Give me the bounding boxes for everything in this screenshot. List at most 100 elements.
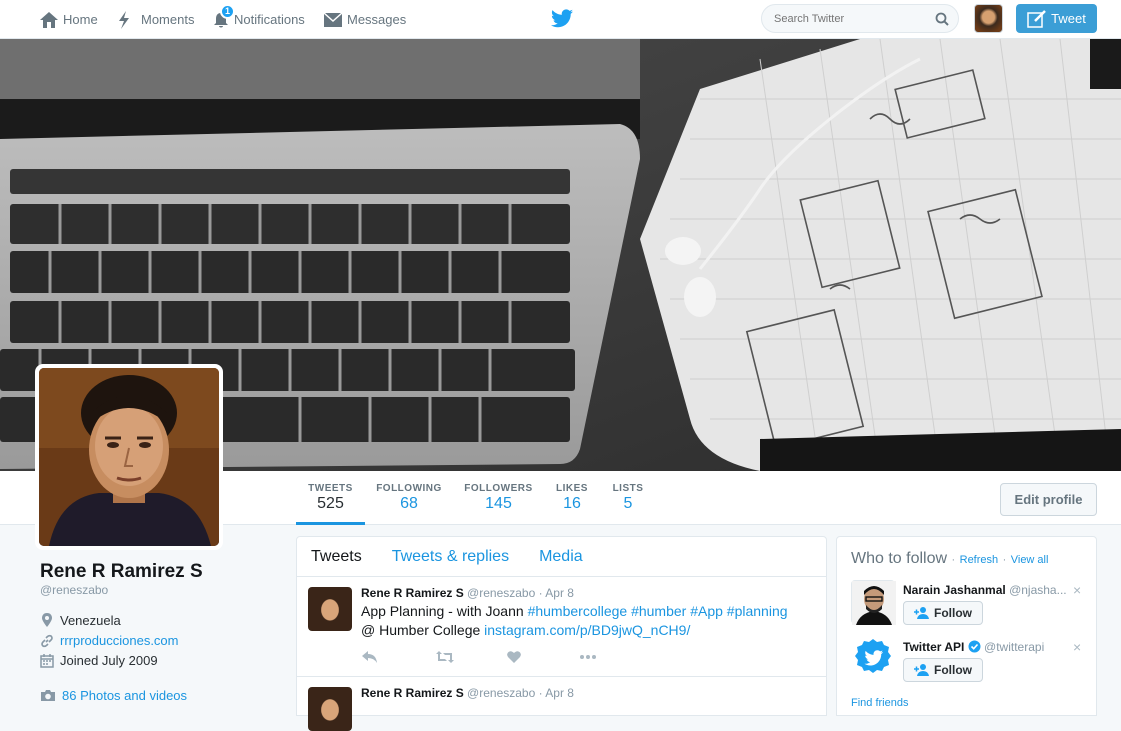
timeline-tabs: Tweets Tweets & replies Media [297,537,826,577]
stat-following-value: 68 [400,495,418,512]
dismiss-close-icon[interactable]: × [1073,639,1081,655]
nav-home-label: Home [63,12,98,27]
refresh-link[interactable]: Refresh [960,554,999,566]
profile-website[interactable]: rrrproducciones.com [40,633,179,648]
tweet-author-handle[interactable]: @reneszabo [467,586,535,600]
tweet-text: App Planning - with Joann #humbercollege… [361,602,811,640]
tweet-item[interactable]: Rene R Ramirez S @reneszabo · Apr 8 App … [297,577,826,677]
camera-icon [41,690,55,701]
recommendation-handle[interactable]: @njasha... [1009,583,1067,597]
view-all-link[interactable]: View all [1011,554,1049,566]
recommendation-fullname[interactable]: Narain Jashanmal [903,583,1006,597]
profile-photos-link[interactable]: 86 Photos and videos [62,688,187,703]
separator: · [1002,554,1007,566]
twitter-logo-icon[interactable] [551,9,573,33]
heart-icon[interactable] [506,650,522,664]
profile-photo [39,368,219,546]
tweet-date[interactable]: · Apr 8 [539,686,574,700]
tab-tweets[interactable]: Tweets [311,548,362,566]
tweet-hashtags[interactable]: #humbercollege #humber #App #planning [528,603,788,619]
profile-avatar[interactable] [35,364,223,550]
lightning-icon [119,10,129,29]
search-box[interactable] [761,4,959,33]
reply-icon[interactable] [361,650,379,664]
tweet-author-name[interactable]: Rene R Ramirez S [361,586,464,600]
nav-moments-label: Moments [141,12,195,27]
stat-followers-value: 145 [485,495,512,512]
recommendation-avatar[interactable] [851,637,895,681]
follow-person-icon [914,664,929,676]
tweet-author-handle[interactable]: @reneszabo [467,686,535,700]
nav-messages[interactable]: Messages [323,0,406,39]
profile-location: Venezuela [40,612,121,628]
tweet-item[interactable]: Rene R Ramirez S @reneszabo · Apr 8 [297,678,826,731]
tweet-link[interactable]: instagram.com/p/BD9jwQ_nCH9/ [484,622,690,638]
nav-moments[interactable]: Moments [117,0,194,39]
tab-tweets-replies[interactable]: Tweets & replies [392,548,509,566]
tweet-header: Rene R Ramirez S @reneszabo · Apr 8 [361,686,574,700]
profile-handle: @reneszabo [40,583,109,597]
more-icon[interactable] [579,650,597,664]
recommendation-name: Narain Jashanmal @njasha... [903,583,1088,597]
tweet-text-part: App Planning - with Joann [361,603,528,619]
dismiss-close-icon[interactable]: × [1073,582,1081,598]
stat-likes[interactable]: LIKES 16 [554,483,590,513]
compose-icon [1027,9,1047,28]
separator: · [951,554,956,566]
profile-website-link[interactable]: rrrproducciones.com [60,633,179,648]
tweet-header: Rene R Ramirez S @reneszabo · Apr 8 [361,586,574,600]
top-navigation: Home Moments 1 Notifications Messages Tw… [0,0,1121,39]
profile-name: Rene R Ramirez S [40,561,203,582]
nav-messages-label: Messages [347,12,407,27]
tweet-button[interactable]: Tweet [1016,4,1097,33]
tweet-text-part: @ Humber College [361,622,485,638]
recommendation-item: Twitter API @twitterapi Follow × [851,637,1091,685]
retweet-icon[interactable] [435,650,455,664]
stat-lists[interactable]: LISTS 5 [611,483,645,513]
tweet-author-name[interactable]: Rene R Ramirez S [361,686,464,700]
tweet-avatar[interactable] [308,587,352,631]
stat-tweets-label: TWEETS [308,483,353,494]
tweet-date[interactable]: · Apr 8 [539,586,574,600]
stat-following[interactable]: FOLLOWING 68 [376,483,442,513]
profile-joined: Joined July 2009 [40,653,158,668]
stat-likes-label: LIKES [556,483,588,494]
stat-followers-label: FOLLOWERS [464,483,533,494]
notification-badge: 1 [220,4,235,19]
profile-joined-text: Joined July 2009 [60,653,158,668]
find-friends-link[interactable]: Find friends [851,697,908,709]
who-to-follow-title: Who to follow [851,550,948,567]
recommendation-fullname[interactable]: Twitter API [903,640,964,654]
tweet-button-label: Tweet [1051,11,1086,26]
tweet-avatar[interactable] [308,687,352,731]
follow-button[interactable]: Follow [903,601,983,625]
recommendation-item: Narain Jashanmal @njasha... Follow × [851,580,1091,628]
search-input[interactable] [774,12,934,25]
stat-tweets[interactable]: TWEETS 525 [296,483,365,525]
stat-likes-value: 16 [563,495,581,512]
stat-followers[interactable]: FOLLOWERS 145 [464,483,533,513]
edit-profile-button[interactable]: Edit profile [1000,483,1097,516]
profile-location-text: Venezuela [60,612,121,628]
nav-home[interactable]: Home [39,0,98,39]
stat-tweets-value: 525 [317,495,344,512]
profile-photos[interactable]: 86 Photos and videos [40,688,187,703]
account-avatar[interactable] [974,4,1003,33]
follow-button-label: Follow [934,606,972,620]
location-pin-icon [42,613,52,627]
recommendation-name: Twitter API @twitterapi [903,640,1088,654]
who-to-follow: Who to follow · Refresh · View all Narai… [836,536,1097,716]
follow-button[interactable]: Follow [903,658,983,682]
search-icon[interactable] [935,12,949,26]
recommendation-handle[interactable]: @twitterapi [984,640,1044,654]
calendar-icon [40,653,54,668]
tweet-actions [361,650,597,664]
stat-lists-label: LISTS [612,483,644,494]
link-icon [41,634,53,647]
follow-person-icon [914,607,929,619]
timeline: Tweets Tweets & replies Media Rene R Ram… [296,536,827,731]
nav-notifications[interactable]: 1 Notifications [212,0,305,39]
recommendation-avatar[interactable] [851,580,896,625]
follow-button-label: Follow [934,663,972,677]
tab-media[interactable]: Media [539,548,583,566]
